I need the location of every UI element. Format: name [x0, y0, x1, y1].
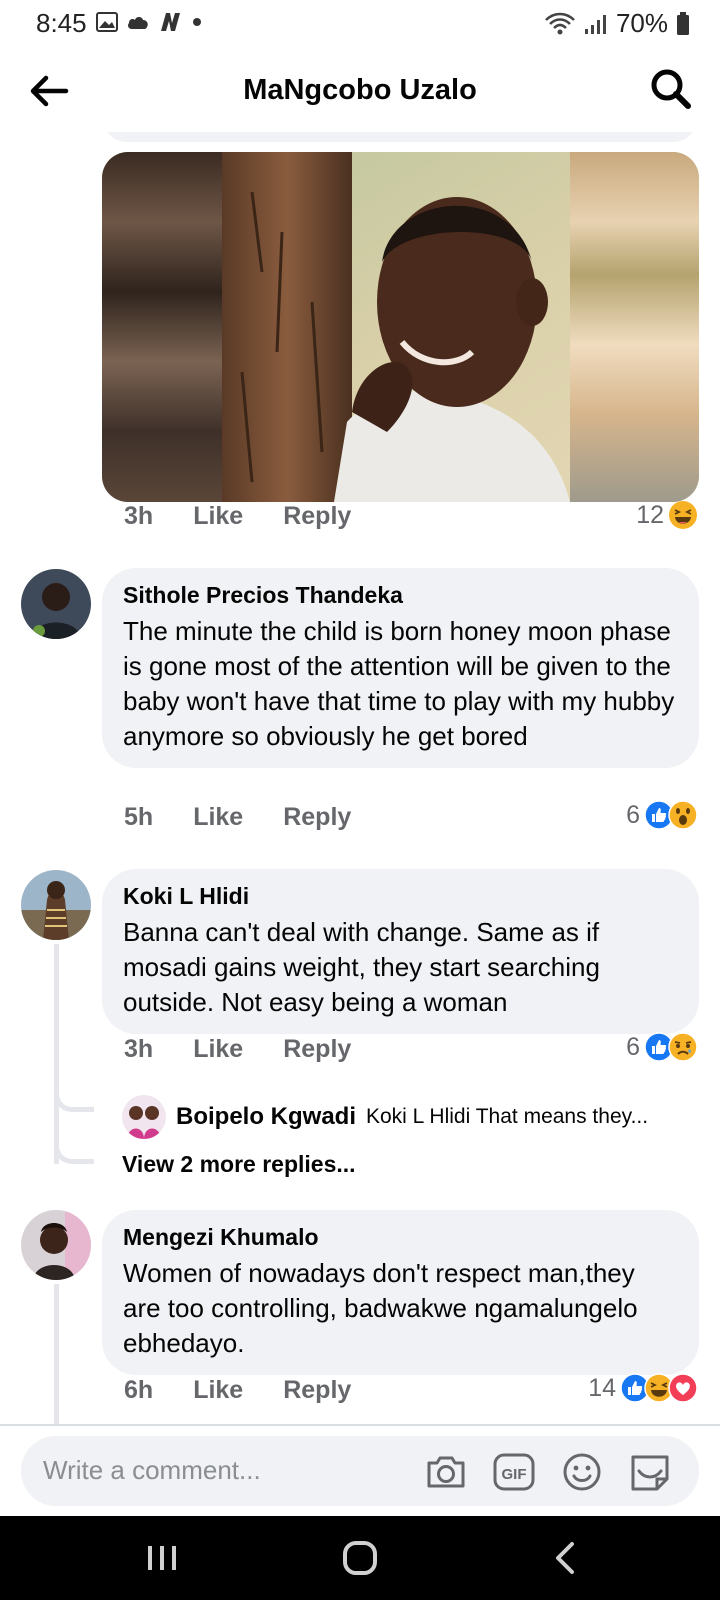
- system-navigation-bar: [0, 1516, 720, 1600]
- comment-actions: 3h Like Reply: [124, 1035, 351, 1064]
- reply-button[interactable]: Reply: [283, 803, 351, 832]
- svg-text:GIF: GIF: [502, 1466, 527, 1483]
- system-icons: 70%: [544, 8, 690, 39]
- thread-line: [54, 1284, 59, 1424]
- avatar[interactable]: [21, 1210, 91, 1280]
- like-button[interactable]: Like: [193, 1035, 243, 1064]
- comment-time: 6h: [124, 1376, 154, 1404]
- comment-bubble: Koki L Hlidi Banna can't deal with chang…: [102, 869, 699, 1034]
- status-bar: 8:45 70%: [0, 0, 720, 46]
- reply-snippet: Koki L Hlidi That means they...: [366, 1105, 649, 1128]
- comment-time: 3h: [124, 502, 154, 530]
- status-time: 8:45: [36, 8, 87, 38]
- thread-branch: [54, 1090, 94, 1112]
- signal-icon: [584, 14, 606, 34]
- comments-feed[interactable]: 3h Like Reply 12 Sithole Precios Thandek…: [0, 132, 720, 1424]
- home-icon[interactable]: [338, 1538, 382, 1578]
- battery-percentage: 70%: [615, 8, 668, 38]
- sticker-icon[interactable]: [627, 1449, 673, 1495]
- comment-time: 5h: [124, 803, 154, 831]
- comment-text: Banna can't deal with change. Same as if…: [123, 917, 600, 1017]
- comment-text: The minute the child is born honey moon …: [123, 616, 675, 751]
- reaction-summary[interactable]: 12: [636, 500, 698, 530]
- reaction-count: 6: [626, 1032, 640, 1061]
- gallery-icon: [96, 12, 118, 32]
- comment-bubble: Sithole Precios Thandeka The minute the …: [102, 568, 699, 768]
- page-title: MaNgcobo Uzalo: [243, 74, 477, 106]
- commenter-name[interactable]: Sithole Precios Thandeka: [123, 580, 677, 610]
- dot-icon: [193, 18, 201, 26]
- commenter-name[interactable]: Koki L Hlidi: [123, 881, 677, 911]
- gif-icon[interactable]: GIF: [491, 1449, 537, 1495]
- thread-branch: [54, 1142, 94, 1164]
- previous-comment-bubble: [104, 132, 696, 142]
- commenter-name[interactable]: Mengezi Khumalo: [123, 1222, 677, 1252]
- reaction-summary[interactable]: 14: [588, 1373, 698, 1403]
- love-reaction-icon: [668, 1373, 698, 1403]
- back-icon[interactable]: [544, 1538, 588, 1578]
- app-header: MaNgcobo Uzalo: [0, 52, 720, 132]
- battery-icon: [677, 11, 689, 35]
- comment-actions: 6h Like Reply: [124, 1376, 351, 1405]
- reaction-summary[interactable]: 6: [626, 1032, 698, 1062]
- avatar[interactable]: [21, 569, 91, 639]
- comment-input-placeholder: Write a comment...: [43, 1455, 261, 1485]
- gif-image[interactable]: [102, 152, 699, 502]
- notification-icons: [96, 11, 202, 33]
- reply-button[interactable]: Reply: [283, 502, 351, 531]
- haha-reaction-icon: [669, 501, 697, 529]
- like-button[interactable]: Like: [193, 1376, 243, 1405]
- reply-button[interactable]: Reply: [283, 1035, 351, 1064]
- comment-composer: Write a comment... GIF: [0, 1424, 720, 1516]
- reply-button[interactable]: Reply: [283, 1376, 351, 1405]
- comment-text: Women of nowadays don't respect man,they…: [123, 1258, 638, 1358]
- reaction-count: 12: [636, 500, 664, 529]
- search-icon[interactable]: [648, 66, 694, 112]
- n-app-icon: [161, 13, 180, 31]
- comment-input[interactable]: Write a comment... GIF: [21, 1436, 699, 1506]
- reaction-count: 6: [626, 800, 640, 829]
- like-button[interactable]: Like: [193, 502, 243, 531]
- wifi-icon: [545, 12, 575, 34]
- sad-reaction-icon: [668, 1032, 698, 1062]
- camera-icon[interactable]: [423, 1449, 469, 1495]
- reply-preview[interactable]: Boipelo Kgwadi Koki L Hlidi That means t…: [122, 1095, 648, 1139]
- comment-bubble: Mengezi Khumalo Women of nowadays don't …: [102, 1210, 699, 1375]
- thread-line: [54, 944, 59, 1164]
- cloud-icon: [128, 17, 148, 29]
- wow-reaction-icon: [668, 800, 698, 830]
- reaction-summary[interactable]: 6: [626, 800, 698, 830]
- reply-author-name: Boipelo Kgwadi: [176, 1103, 356, 1130]
- emoji-icon[interactable]: [559, 1449, 605, 1495]
- recent-apps-icon[interactable]: [140, 1538, 184, 1578]
- like-button[interactable]: Like: [193, 803, 243, 832]
- view-more-replies-link[interactable]: View 2 more replies...: [122, 1151, 356, 1178]
- gif-comment-actions: 3h Like Reply: [124, 502, 351, 531]
- reaction-count: 14: [588, 1373, 616, 1402]
- comment-time: 3h: [124, 1035, 154, 1063]
- avatar[interactable]: [21, 870, 91, 940]
- comment-actions: 5h Like Reply: [124, 803, 351, 832]
- avatar: [122, 1095, 166, 1139]
